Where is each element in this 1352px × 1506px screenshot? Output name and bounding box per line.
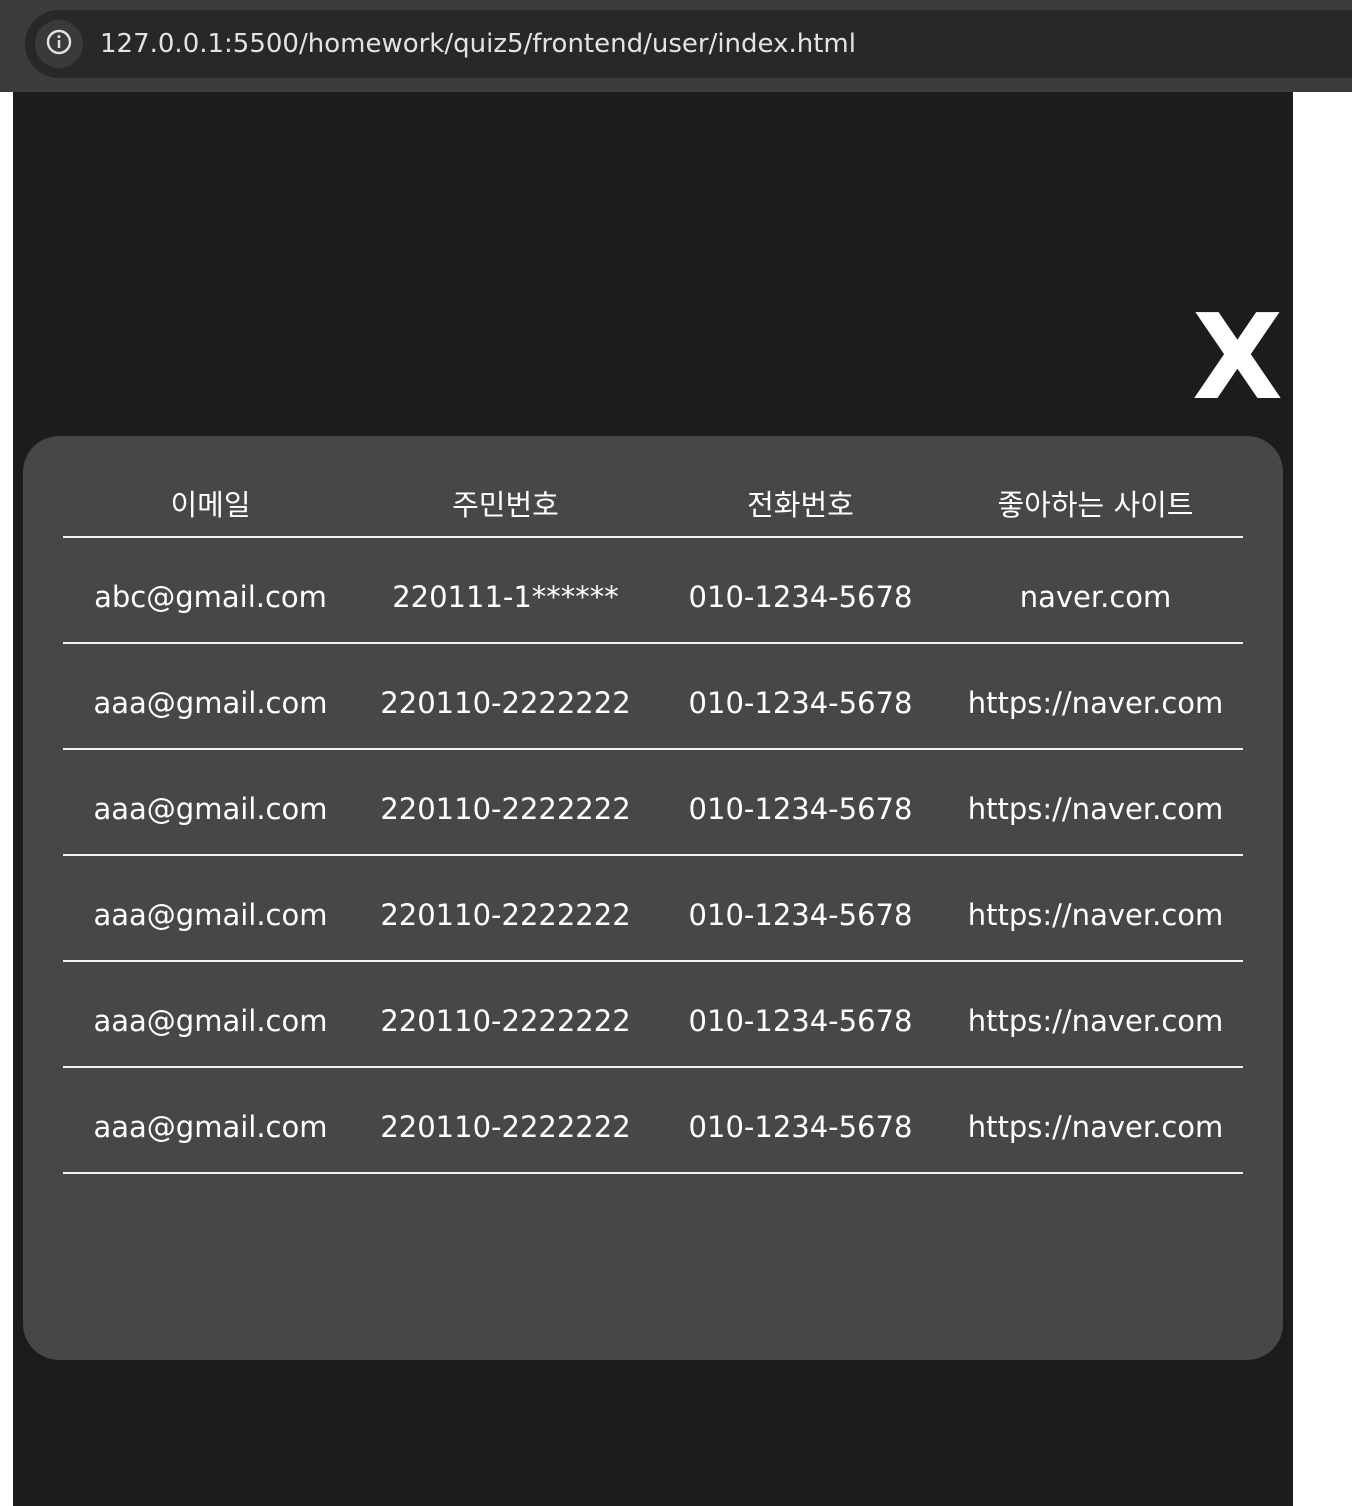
user-list-panel: 이메일 주민번호 전화번호 좋아하는 사이트 abc@gmail.com 220… <box>23 436 1283 1360</box>
header-email: 이메일 <box>63 470 358 538</box>
cell-personal-number: 220110-2222222 <box>358 961 653 1068</box>
cell-email: aaa@gmail.com <box>63 1067 358 1174</box>
cell-email: aaa@gmail.com <box>63 961 358 1068</box>
cell-personal-number: 220110-2222222 <box>358 1067 653 1174</box>
header-phone: 전화번호 <box>653 470 948 538</box>
cell-phone: 010-1234-5678 <box>653 855 948 962</box>
cell-favorite-site: https://naver.com <box>948 1067 1243 1174</box>
url-text[interactable]: 127.0.0.1:5500/homework/quiz5/frontend/u… <box>100 10 856 78</box>
cell-phone: 010-1234-5678 <box>653 537 948 644</box>
cell-email: aaa@gmail.com <box>63 749 358 856</box>
cell-favorite-site: naver.com <box>948 537 1243 644</box>
cell-phone: 010-1234-5678 <box>653 961 948 1068</box>
user-table: 이메일 주민번호 전화번호 좋아하는 사이트 abc@gmail.com 220… <box>63 470 1243 1174</box>
cell-favorite-site: https://naver.com <box>948 643 1243 750</box>
table-row: abc@gmail.com 220111-1****** 010-1234-56… <box>63 537 1243 644</box>
cell-personal-number: 220111-1****** <box>358 537 653 644</box>
close-button[interactable]: X <box>1192 298 1283 416</box>
header-personal-number: 주민번호 <box>358 470 653 538</box>
table-row: aaa@gmail.com 220110-2222222 010-1234-56… <box>63 855 1243 962</box>
cell-phone: 010-1234-5678 <box>653 643 948 750</box>
cell-personal-number: 220110-2222222 <box>358 643 653 750</box>
info-circle-icon <box>45 28 73 60</box>
cell-favorite-site: https://naver.com <box>948 961 1243 1068</box>
cell-favorite-site: https://naver.com <box>948 749 1243 856</box>
cell-email: aaa@gmail.com <box>63 855 358 962</box>
browser-toolbar: 127.0.0.1:5500/homework/quiz5/frontend/u… <box>0 0 1352 92</box>
cell-phone: 010-1234-5678 <box>653 749 948 856</box>
cell-personal-number: 220110-2222222 <box>358 855 653 962</box>
table-row: aaa@gmail.com 220110-2222222 010-1234-56… <box>63 961 1243 1068</box>
cell-favorite-site: https://naver.com <box>948 855 1243 962</box>
page-viewport: X 이메일 주민번호 전화번호 좋아하는 사이트 abc@gmail.com 2… <box>13 92 1293 1506</box>
table-row: aaa@gmail.com 220110-2222222 010-1234-56… <box>63 1067 1243 1174</box>
cell-email: aaa@gmail.com <box>63 643 358 750</box>
site-info-button[interactable] <box>35 20 83 68</box>
cell-phone: 010-1234-5678 <box>653 1067 948 1174</box>
table-header-row: 이메일 주민번호 전화번호 좋아하는 사이트 <box>63 470 1243 538</box>
address-bar[interactable]: 127.0.0.1:5500/homework/quiz5/frontend/u… <box>25 10 1352 78</box>
header-favorite-site: 좋아하는 사이트 <box>948 470 1243 538</box>
cell-email: abc@gmail.com <box>63 537 358 644</box>
table-row: aaa@gmail.com 220110-2222222 010-1234-56… <box>63 643 1243 750</box>
table-row: aaa@gmail.com 220110-2222222 010-1234-56… <box>63 749 1243 856</box>
cell-personal-number: 220110-2222222 <box>358 749 653 856</box>
